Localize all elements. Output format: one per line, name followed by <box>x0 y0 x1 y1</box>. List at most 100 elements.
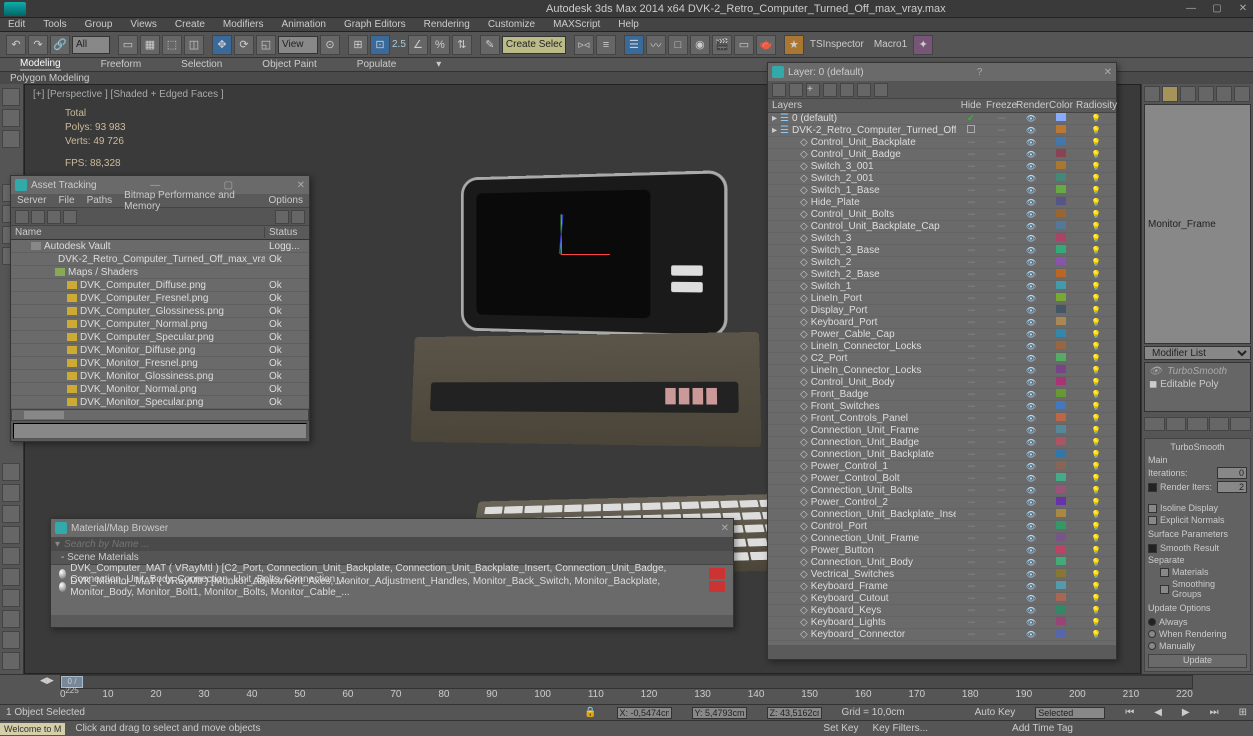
object-name-input[interactable] <box>1144 104 1251 344</box>
layer-row[interactable]: ▸☰0 (default)✓---👁💡 <box>768 113 1116 125</box>
play-prev-icon[interactable]: ⏮ <box>1125 707 1134 718</box>
asset-row[interactable]: DVK_Computer_Normal.pngOk <box>11 318 309 331</box>
render-iters-check[interactable] <box>1148 483 1157 492</box>
asset-row[interactable]: Autodesk VaultLogg... <box>11 240 309 253</box>
macro-label[interactable]: Macro1 <box>874 39 907 50</box>
app-logo-icon[interactable] <box>4 2 26 16</box>
layer-row[interactable]: ◇Connection_Unit_Badge------👁💡 <box>768 437 1116 449</box>
asset-row[interactable]: DVK_Computer_Fresnel.pngOk <box>11 292 309 305</box>
macro-icon[interactable]: ✦ <box>913 35 933 55</box>
asset-row[interactable]: DVK-2_Retro_Computer_Turned_Off_max_vray… <box>11 253 309 266</box>
asset-tb5-icon[interactable] <box>275 210 289 224</box>
layers-window[interactable]: Layer: 0 (default) ? ✕ + Layers Hide Fre… <box>767 62 1117 660</box>
play-icon[interactable]: ▶ <box>1182 707 1190 718</box>
layer-row[interactable]: ◇Keyboard_Connector------👁💡 <box>768 629 1116 641</box>
layer-row[interactable]: ◇Control_Unit_Badge------👁💡 <box>768 149 1116 161</box>
render-iters-spinner[interactable] <box>1217 481 1247 493</box>
lt-motion-icon[interactable] <box>2 130 20 148</box>
align-button[interactable]: ≡ <box>596 35 616 55</box>
layer-row[interactable]: ◇Keyboard_Port------👁💡 <box>768 317 1116 329</box>
layer-row[interactable]: ◇LineIn_Connector_Locks------👁💡 <box>768 365 1116 377</box>
asset-tb3-icon[interactable] <box>47 210 61 224</box>
layers-col-radiosity[interactable]: Radiosity <box>1076 100 1116 111</box>
keyfilters-button[interactable]: Key Filters... <box>872 723 928 734</box>
tab-selection[interactable]: Selection <box>181 59 222 70</box>
sep-sg-check[interactable] <box>1160 585 1169 594</box>
cp-display-icon[interactable] <box>1216 86 1232 102</box>
layer-row[interactable]: ◇Switch_1------👁💡 <box>768 281 1116 293</box>
asset-hscroll[interactable] <box>11 409 309 421</box>
explicit-normals-check[interactable] <box>1148 516 1157 525</box>
stack-config-button[interactable] <box>1230 417 1251 431</box>
matbrowser-search[interactable]: ▾ <box>51 537 733 551</box>
lt-create-icon[interactable] <box>2 88 20 106</box>
playhead-icon[interactable]: ◀▶ <box>40 675 54 686</box>
lt-b8-icon[interactable] <box>2 610 20 628</box>
layer-row[interactable]: ◇Keyboard_Frame------👁💡 <box>768 581 1116 593</box>
asset-menu-server[interactable]: Server <box>17 195 46 206</box>
layer-row[interactable]: ▸☰DVK-2_Retro_Computer_Turned_Off---👁💡 <box>768 125 1116 137</box>
layer-button[interactable]: ☰ <box>624 35 644 55</box>
mirror-button[interactable]: ▹◃ <box>574 35 594 55</box>
rollout-title[interactable]: TurboSmooth <box>1148 442 1247 452</box>
layer-row[interactable]: ◇Connection_Unit_Body------👁💡 <box>768 557 1116 569</box>
lt-hierarchy-icon[interactable] <box>2 109 20 127</box>
stack-remove-button[interactable] <box>1209 417 1230 431</box>
layer-row[interactable]: ◇Connection_Unit_Frame------👁💡 <box>768 533 1116 545</box>
asset-tb6-icon[interactable] <box>291 210 305 224</box>
rotate-button[interactable]: ⟳ <box>234 35 254 55</box>
layer-row[interactable]: ◇Front_Switches------👁💡 <box>768 401 1116 413</box>
layer-row[interactable]: ◇Power_Control_2------👁💡 <box>768 497 1116 509</box>
snap-button[interactable]: ⊡ <box>370 35 390 55</box>
asset-row[interactable]: DVK_Monitor_Normal.pngOk <box>11 383 309 396</box>
stack-editable-poly[interactable]: ◼ Editable Poly <box>1147 378 1248 391</box>
layer-row[interactable]: ◇Connection_Unit_Backplate_Insert------👁… <box>768 509 1116 521</box>
smooth-result-check[interactable] <box>1148 544 1157 553</box>
menu-grapheditors[interactable]: Graph Editors <box>344 19 406 30</box>
coord-x-input[interactable] <box>617 707 672 719</box>
cp-utilities-icon[interactable] <box>1234 86 1250 102</box>
layer-row[interactable]: ◇Vectrical_Switches------👁💡 <box>768 569 1116 581</box>
layer-row[interactable]: ◇Control_Unit_Backplate_Cap------👁💡 <box>768 221 1116 233</box>
layer-row[interactable]: ◇LineIn_Port------👁💡 <box>768 293 1116 305</box>
layer-row[interactable]: ◇Power_Control_Bolt------👁💡 <box>768 473 1116 485</box>
cp-motion-icon[interactable] <box>1198 86 1214 102</box>
render-setup-button[interactable]: 🎬 <box>712 35 732 55</box>
menu-tools[interactable]: Tools <box>43 19 66 30</box>
layers-help-button[interactable]: ? <box>977 67 983 78</box>
sep-materials-check[interactable] <box>1160 568 1169 577</box>
asset-tracking-window[interactable]: Asset Tracking — ▢ ✕ Server File Paths B… <box>10 175 310 442</box>
layer-row[interactable]: ◇Front_Badge------👁💡 <box>768 389 1116 401</box>
stack-pin-button[interactable] <box>1144 417 1165 431</box>
stack-unique-button[interactable] <box>1187 417 1208 431</box>
asset-menu-options[interactable]: Options <box>269 195 303 206</box>
layer-row[interactable]: ◇Power_Cable_Cap------👁💡 <box>768 329 1116 341</box>
asset-col-name[interactable]: Name <box>11 227 265 238</box>
key-filter-dropdown[interactable] <box>1035 707 1105 719</box>
layers-col-hide[interactable]: Hide <box>956 100 986 111</box>
matbrowser-close-button[interactable]: ✕ <box>721 523 729 534</box>
layer-row[interactable]: ◇Connection_Unit_Bolts------👁💡 <box>768 485 1116 497</box>
layers-titlebar[interactable]: Layer: 0 (default) ? ✕ <box>768 63 1116 81</box>
select-button[interactable]: ▭ <box>118 35 138 55</box>
layers-list[interactable]: ▸☰0 (default)✓---👁💡▸☰DVK-2_Retro_Compute… <box>768 113 1116 645</box>
asset-row[interactable]: DVK_Monitor_Specular.pngOk <box>11 396 309 409</box>
play-fwd-icon[interactable]: ⏭ <box>1210 707 1219 718</box>
asset-row[interactable]: DVK_Computer_Diffuse.pngOk <box>11 279 309 292</box>
lt-b9-icon[interactable] <box>2 631 20 649</box>
layers-col-render[interactable]: Render <box>1016 100 1046 111</box>
spinner-snap-button[interactable]: ⇅ <box>452 35 472 55</box>
asset-menu-file[interactable]: File <box>58 195 74 206</box>
layer-row[interactable]: ◇Power_Button------👁💡 <box>768 545 1116 557</box>
percent-snap-button[interactable]: % <box>430 35 450 55</box>
layer-row[interactable]: ◇Switch_2_Base------👁💡 <box>768 269 1116 281</box>
tab-freeform[interactable]: Freeform <box>101 59 142 70</box>
cp-hierarchy-icon[interactable] <box>1180 86 1196 102</box>
render-frame-button[interactable]: ▭ <box>734 35 754 55</box>
sel-filter-dropdown[interactable] <box>72 36 110 54</box>
asset-menu-paths[interactable]: Paths <box>87 195 113 206</box>
matbrowser-search-input[interactable] <box>64 539 729 550</box>
menu-create[interactable]: Create <box>175 19 205 30</box>
named-sel-button[interactable]: ✎ <box>480 35 500 55</box>
link-button[interactable]: 🔗 <box>50 35 70 55</box>
